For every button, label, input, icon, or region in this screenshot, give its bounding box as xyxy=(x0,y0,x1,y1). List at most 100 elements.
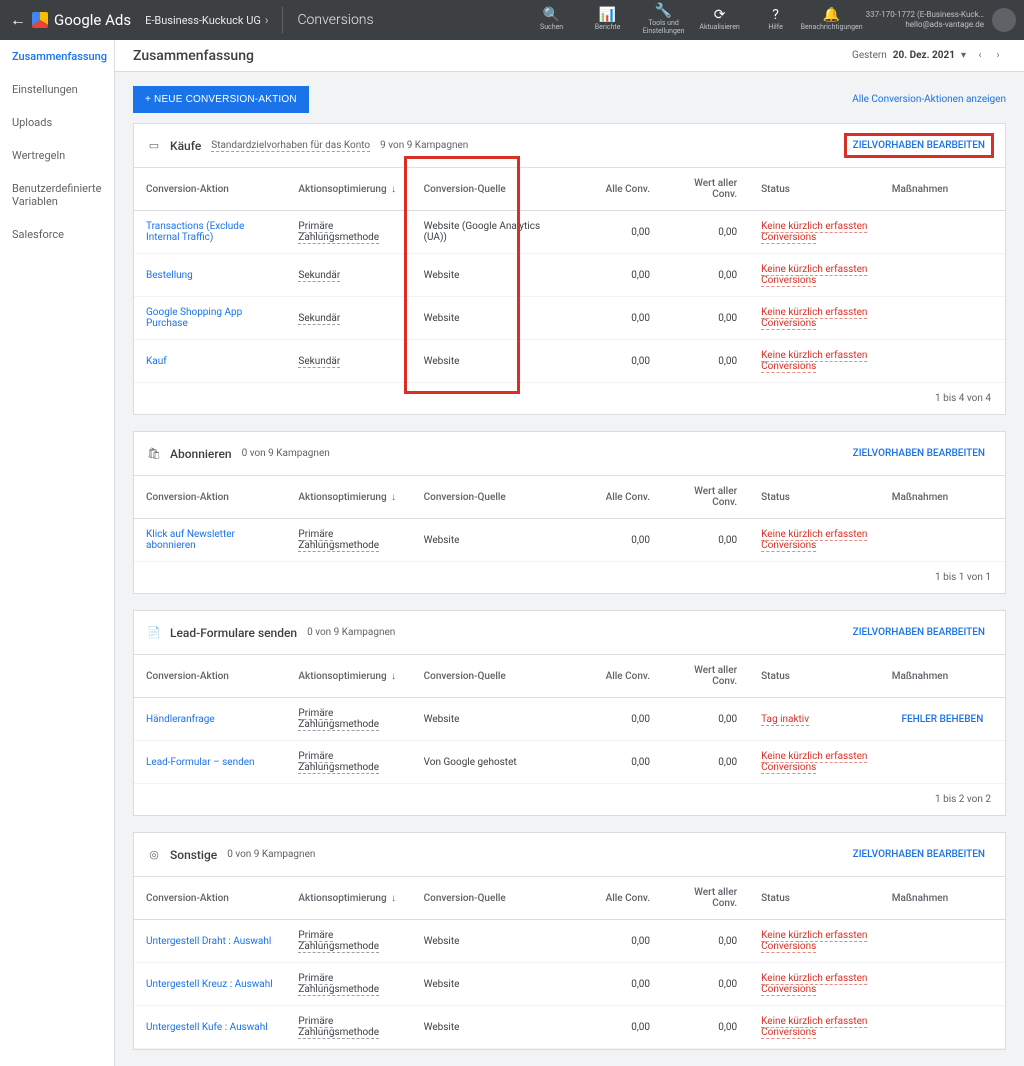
sidenav-item-salesforce[interactable]: Salesforce xyxy=(0,218,114,251)
status-value: Keine kürzlich erfassten Conversions xyxy=(749,254,880,297)
conversion-section: ◎ Sonstige 0 von 9 Kampagnen ZIELVORHABE… xyxy=(133,832,1006,1050)
action-row: + NEUE CONVERSION-AKTION Alle Conversion… xyxy=(115,72,1024,123)
all-conv-value: 0,00 xyxy=(575,698,662,741)
search-button[interactable]: 🔍 Suchen xyxy=(524,8,580,32)
col-measures[interactable]: Maßnahmen xyxy=(880,877,1005,920)
col-value[interactable]: Wert aller Conv. xyxy=(662,877,749,920)
col-action[interactable]: Conversion-Aktion xyxy=(134,168,286,211)
col-status[interactable]: Status xyxy=(749,476,880,519)
col-optimization[interactable]: Aktionsoptimierung ↓ xyxy=(286,655,411,698)
campaigns-count: 0 von 9 Kampagnen xyxy=(307,627,395,638)
conversion-name-link[interactable]: Untergestell Kreuz : Auswahl xyxy=(134,963,286,1006)
account-picker[interactable]: E-Business-Kuckuck UG › xyxy=(145,13,268,27)
account-id: 337-170-1772 (E-Business-Kuck… xyxy=(866,10,984,20)
conversion-name-link[interactable]: Untergestell Draht : Auswahl xyxy=(134,920,286,963)
col-measures[interactable]: Maßnahmen xyxy=(880,168,1005,211)
col-status[interactable]: Status xyxy=(749,877,880,920)
col-all-conv[interactable]: Alle Conv. xyxy=(575,655,662,698)
fix-error-link[interactable]: FEHLER BEHEBEN xyxy=(880,698,1005,741)
col-value[interactable]: Wert aller Conv. xyxy=(662,168,749,211)
col-source[interactable]: Conversion-Quelle xyxy=(412,476,575,519)
conv-value: 0,00 xyxy=(662,741,749,784)
col-action[interactable]: Conversion-Aktion xyxy=(134,476,286,519)
measures-cell xyxy=(880,340,1005,383)
date-value: 20. Dez. 2021 xyxy=(893,50,955,61)
sidenav-item-customvars[interactable]: Benutzerdefinierte Variablen xyxy=(0,172,114,218)
conversion-name-link[interactable]: Transactions (Exclude Internal Traffic) xyxy=(134,211,286,254)
col-all-conv[interactable]: Alle Conv. xyxy=(575,476,662,519)
edit-goals-button[interactable]: ZIELVORHABEN BEARBEITEN xyxy=(845,134,993,157)
conv-value: 0,00 xyxy=(662,1006,749,1049)
sidenav-item-summary[interactable]: Zusammenfassung xyxy=(0,40,114,73)
conversion-name-link[interactable]: Untergestell Kufe : Auswahl xyxy=(134,1006,286,1049)
conv-value: 0,00 xyxy=(662,340,749,383)
measures-cell xyxy=(880,1006,1005,1049)
reports-button[interactable]: 📊 Berichte xyxy=(580,8,636,32)
paging-info: 1 bis 1 von 1 xyxy=(134,562,1005,593)
show-all-link[interactable]: Alle Conversion-Aktionen anzeigen xyxy=(852,94,1006,105)
col-action[interactable]: Conversion-Aktion xyxy=(134,877,286,920)
col-optimization[interactable]: Aktionsoptimierung ↓ xyxy=(286,168,411,211)
col-action[interactable]: Conversion-Aktion xyxy=(134,655,286,698)
all-conv-value: 0,00 xyxy=(575,741,662,784)
optimization-value: Sekundär xyxy=(286,254,411,297)
breadcrumb: Conversions xyxy=(297,12,373,28)
account-name: E-Business-Kuckuck UG xyxy=(145,14,261,27)
back-button[interactable]: ← xyxy=(8,10,28,30)
conversion-name-link[interactable]: Google Shopping App Purchase xyxy=(134,297,286,340)
col-measures[interactable]: Maßnahmen xyxy=(880,476,1005,519)
avatar[interactable] xyxy=(992,8,1016,32)
conversion-name-link[interactable]: Händleranfrage xyxy=(134,698,286,741)
status-value: Keine kürzlich erfassten Conversions xyxy=(749,1006,880,1049)
col-optimization[interactable]: Aktionsoptimierung ↓ xyxy=(286,877,411,920)
date-prev-button[interactable]: ‹ xyxy=(972,48,988,64)
col-source[interactable]: Conversion-Quelle xyxy=(412,877,575,920)
edit-goals-button[interactable]: ZIELVORHABEN BEARBEITEN xyxy=(845,621,993,644)
edit-goals-button[interactable]: ZIELVORHABEN BEARBEITEN xyxy=(845,442,993,465)
col-all-conv[interactable]: Alle Conv. xyxy=(575,877,662,920)
source-value: Website xyxy=(412,519,575,562)
conv-value: 0,00 xyxy=(662,963,749,1006)
conversion-name-link[interactable]: Klick auf Newsletter abonnieren xyxy=(134,519,286,562)
side-nav: Zusammenfassung Einstellungen Uploads We… xyxy=(0,40,115,1066)
col-measures[interactable]: Maßnahmen xyxy=(880,655,1005,698)
notifications-button[interactable]: 🔔 Benachrichtigungen xyxy=(804,8,860,32)
conversion-name-link[interactable]: Kauf xyxy=(134,340,286,383)
col-optimization[interactable]: Aktionsoptimierung ↓ xyxy=(286,476,411,519)
table-row: Untergestell Draht : Auswahl Primäre Zah… xyxy=(134,920,1005,963)
conversion-name-link[interactable]: Bestellung xyxy=(134,254,286,297)
sidenav-item-settings[interactable]: Einstellungen xyxy=(0,73,114,106)
conv-value: 0,00 xyxy=(662,920,749,963)
col-status[interactable]: Status xyxy=(749,655,880,698)
col-source[interactable]: Conversion-Quelle xyxy=(412,655,575,698)
refresh-button[interactable]: ⟳ Aktualisieren xyxy=(692,8,748,32)
tools-button[interactable]: 🔧 Tools und Einstellungen xyxy=(636,4,692,35)
status-value: Keine kürzlich erfassten Conversions xyxy=(749,519,880,562)
all-conv-value: 0,00 xyxy=(575,519,662,562)
measures-cell xyxy=(880,297,1005,340)
col-status[interactable]: Status xyxy=(749,168,880,211)
col-value[interactable]: Wert aller Conv. xyxy=(662,655,749,698)
status-value: Keine kürzlich erfassten Conversions xyxy=(749,741,880,784)
edit-goals-button[interactable]: ZIELVORHABEN BEARBEITEN xyxy=(845,843,993,866)
main-content: Zusammenfassung Gestern 20. Dez. 2021 ▾ … xyxy=(115,40,1024,1066)
conversion-section: 🛍 Abonnieren 0 von 9 Kampagnen ZIELVORHA… xyxy=(133,431,1006,594)
help-button[interactable]: ? Hilfe xyxy=(748,8,804,32)
sidenav-item-valuerules[interactable]: Wertregeln xyxy=(0,139,114,172)
new-conversion-button[interactable]: + NEUE CONVERSION-AKTION xyxy=(133,86,309,113)
google-ads-icon xyxy=(32,12,48,28)
refresh-icon: ⟳ xyxy=(714,8,726,22)
date-next-button[interactable]: › xyxy=(990,48,1006,64)
conversion-table: Conversion-Aktion Aktionsoptimierung ↓ C… xyxy=(134,877,1005,1049)
table-row: Klick auf Newsletter abonnieren Primäre … xyxy=(134,519,1005,562)
help-icon: ? xyxy=(772,8,779,22)
col-all-conv[interactable]: Alle Conv. xyxy=(575,168,662,211)
conversion-name-link[interactable]: Lead-Formular – senden xyxy=(134,741,286,784)
col-value[interactable]: Wert aller Conv. xyxy=(662,476,749,519)
conv-value: 0,00 xyxy=(662,698,749,741)
sidenav-item-uploads[interactable]: Uploads xyxy=(0,106,114,139)
date-range-picker[interactable]: Gestern 20. Dez. 2021 ▾ ‹ › xyxy=(852,48,1006,64)
col-source[interactable]: Conversion-Quelle xyxy=(412,168,575,211)
all-conv-value: 0,00 xyxy=(575,211,662,254)
product-logo[interactable]: Google Ads xyxy=(32,11,131,29)
